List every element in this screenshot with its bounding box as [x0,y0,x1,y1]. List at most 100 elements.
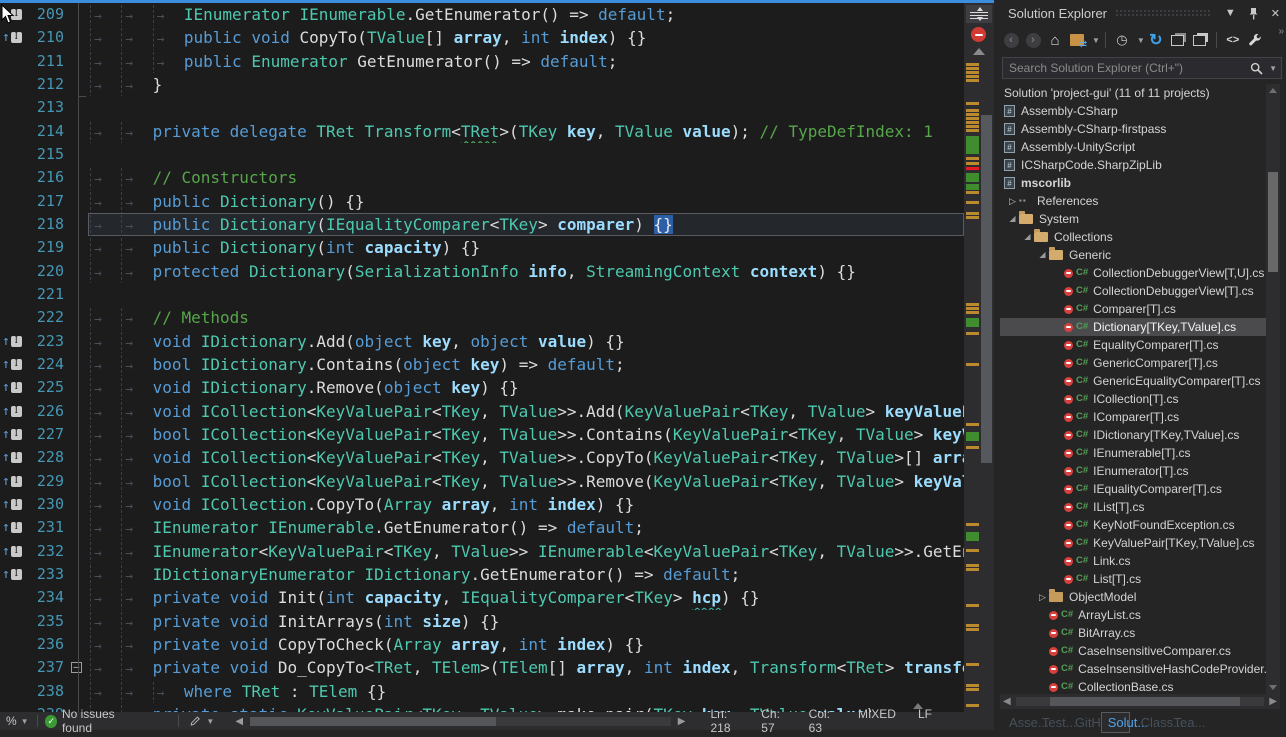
code-line[interactable]: 217→→public Dictionary() {} [0,190,964,213]
code-line[interactable]: 238→→→where TRet : TElem {} [0,680,964,703]
code-line[interactable]: ↑I226→→void ICollection<KeyValuePair<TKe… [0,400,964,423]
expander-closed-icon[interactable]: ▷ [1036,588,1049,606]
tree-item[interactable]: C#BitArray.cs [1000,624,1266,642]
tree-hscrollbar[interactable]: ◀ ▶ [1000,694,1280,709]
code-line-text[interactable]: →→→public Enumerator GetEnumerator() => … [88,50,964,73]
collapse-all-icon[interactable] [1168,30,1188,50]
view-code-icon[interactable]: <> [1223,30,1243,50]
tree-item[interactable]: C#List[T].cs [1000,570,1266,588]
code-line-text[interactable]: →→public Dictionary(int capacity) {} [88,236,964,259]
code-line-text[interactable]: →→IDictionaryEnumerator IDictionary.GetE… [88,563,964,586]
code-line-text[interactable]: →→private void CopyToCheck(Array array, … [88,633,964,656]
line-number[interactable]: 227 [26,423,68,446]
implements-glyph-icon[interactable]: ↑I [0,516,26,539]
status-eol[interactable]: LF [918,707,932,735]
line-number[interactable]: 217 [26,190,68,213]
tree-item[interactable]: ◢System [1000,210,1266,228]
pin-icon[interactable] [1248,7,1259,20]
implements-glyph-icon[interactable]: ↑I [0,423,26,446]
line-number[interactable]: 237 [26,656,68,679]
close-icon[interactable]: ✕ [1271,7,1280,20]
glyph-margin[interactable] [0,656,26,679]
status-line[interactable]: Ln: 218 [711,707,740,735]
hscroll-left-arrow[interactable]: ◀ [232,716,246,727]
line-number[interactable]: 226 [26,400,68,423]
glyph-margin[interactable] [0,50,26,73]
search-icon[interactable] [1250,62,1263,75]
code-line-text[interactable]: →→void ICollection<KeyValuePair<TKey, TV… [88,446,964,469]
tree-item[interactable]: ◢Generic [1000,246,1266,264]
code-line-text[interactable]: →→→IEnumerator IEnumerable.GetEnumerator… [88,3,964,26]
line-number[interactable]: 228 [26,446,68,469]
implements-glyph-icon[interactable]: ↑I [0,376,26,399]
code-line[interactable]: 236→→private void CopyToCheck(Array arra… [0,633,964,656]
code-line[interactable]: 216→→// Constructors [0,166,964,189]
implements-glyph-icon[interactable]: ↑I [0,330,26,353]
code-line[interactable]: 212→→} [0,73,964,96]
line-number[interactable]: 210 [26,26,68,49]
glyph-margin[interactable] [0,73,26,96]
home-icon[interactable]: ⌂ [1045,30,1065,50]
tree-hscroll-right-arrow[interactable]: ▶ [1266,696,1280,707]
code-line-text[interactable]: →→bool ICollection<KeyValuePair<TKey, TV… [88,423,964,446]
code-line[interactable]: 211 →→→public Enumerator GetEnumerator() … [0,50,964,73]
code-line-text[interactable]: →→private void Do_CopyTo<TRet, TElem>(TE… [88,656,964,679]
implements-glyph-icon[interactable]: ↑I [0,446,26,469]
fold-collapse-icon[interactable]: – [71,662,82,673]
tree-item[interactable]: C#GenericComparer[T].cs [1000,354,1266,372]
glyph-margin[interactable] [0,306,26,329]
hscroll-track[interactable] [250,717,671,726]
tree-item[interactable]: C#CollectionBase.cs [1000,678,1266,694]
overflow-chevron-icon[interactable]: » [1278,26,1284,37]
line-number[interactable]: 233 [26,563,68,586]
line-number[interactable]: 214 [26,120,68,143]
code-line-text[interactable] [88,283,964,306]
zoom-control[interactable]: % [6,714,17,728]
line-number[interactable]: 231 [26,516,68,539]
code-line[interactable]: ↑I210→→→public void CopyTo(TValue[] arra… [0,26,964,49]
glyph-margin[interactable] [0,586,26,609]
tree-item[interactable]: C#IList[T].cs [1000,498,1266,516]
tree-item[interactable]: C#Link.cs [1000,552,1266,570]
window-position-caret-icon[interactable]: ▼ [1225,7,1236,19]
tree-item[interactable]: C#KeyNotFoundException.cs [1000,516,1266,534]
code-line[interactable]: ↑I209→→→IEnumerator IEnumerable.GetEnume… [0,3,964,26]
code-line-text[interactable]: →→IEnumerator<KeyValuePair<TKey, TValue>… [88,540,964,563]
editor-scrollbar-strip[interactable] [964,3,994,712]
tree-item[interactable]: C#KeyValuePair[TKey,TValue].cs [1000,534,1266,552]
line-number[interactable]: 222 [26,306,68,329]
tree-hscroll-track[interactable] [1016,697,1265,706]
code-line[interactable]: 213 [0,96,964,119]
tree-item[interactable]: C#Comparer[T].cs [1000,300,1266,318]
code-line-text[interactable]: →→} [88,73,964,96]
status-col[interactable]: Col: 63 [809,707,836,735]
implements-glyph-icon[interactable]: ↑I [0,353,26,376]
code-line-text[interactable]: →→private void Init(int capacity, IEqual… [88,586,964,609]
forward-icon[interactable]: › [1023,30,1043,50]
scrollbar-corner-arrow[interactable] [913,703,923,709]
implements-glyph-icon[interactable]: ↑I [0,563,26,586]
search-input[interactable]: Search Solution Explorer (Ctrl+") ▼ [1002,57,1282,79]
history-filter-caret-icon[interactable]: ▼ [1137,36,1145,45]
line-number[interactable]: 211 [26,50,68,73]
line-number[interactable]: 232 [26,540,68,563]
sync-refresh-icon[interactable]: ↻ [1146,30,1166,50]
tree-vscrollbar[interactable] [1266,84,1280,694]
code-line[interactable]: 214 →→private delegate TRet Transform<TRe… [0,120,964,143]
tree-item[interactable]: #Assembly-CSharp-firstpass [1000,120,1266,138]
code-line-text[interactable]: →→void IDictionary.Remove(object key) {} [88,376,964,399]
tree-item[interactable]: C#Dictionary[TKey,TValue].cs [1000,318,1266,336]
code-line-text[interactable] [88,143,964,166]
tree-item[interactable]: C#CollectionDebuggerView[T,U].cs [1000,264,1266,282]
code-line[interactable]: 221 [0,283,964,306]
code-line-text[interactable]: →→private delegate TRet Transform<TRet>(… [88,120,964,143]
code-line-text[interactable]: →→void ICollection<KeyValuePair<TKey, TV… [88,400,964,423]
implements-glyph-icon[interactable]: ↑I [0,470,26,493]
tree-item[interactable]: C#IComparer[T].cs [1000,408,1266,426]
implements-glyph-icon[interactable]: ↑I [0,540,26,563]
expander-open-icon[interactable]: ◢ [1021,228,1034,246]
tool-window-tab-asse[interactable]: Asse... [1002,712,1031,733]
glyph-margin[interactable] [0,283,26,306]
expander-open-icon[interactable]: ◢ [1006,210,1019,228]
code-line[interactable]: ↑I225→→void IDictionary.Remove(object ke… [0,376,964,399]
